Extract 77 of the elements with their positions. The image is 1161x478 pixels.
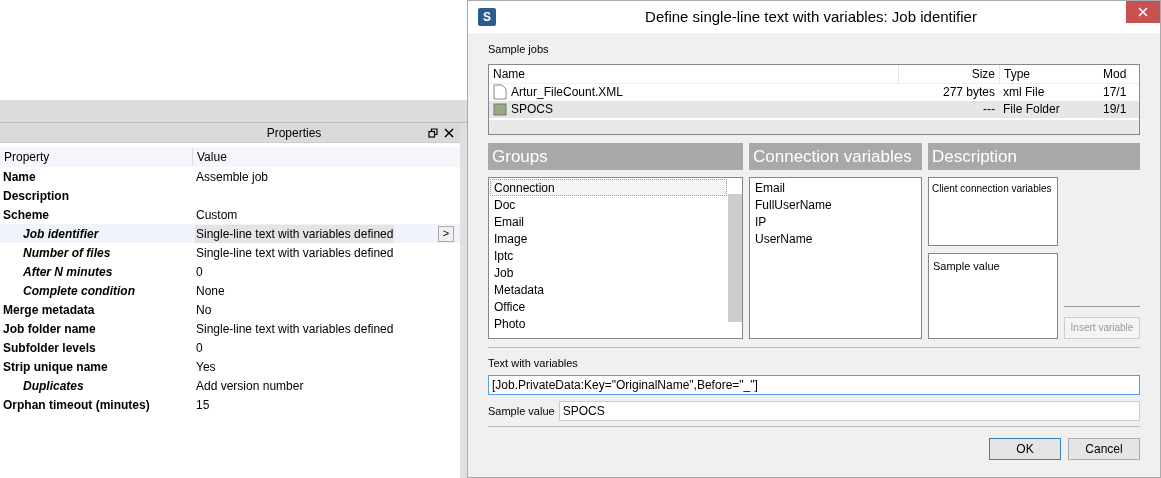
list-item[interactable]: Photo: [490, 314, 727, 332]
property-name: After N minutes: [23, 264, 113, 279]
vertical-scrollbar[interactable]: [728, 193, 742, 322]
folder-icon: [493, 102, 507, 116]
property-value: Add version number: [195, 377, 305, 395]
file-size: 277 bytes: [941, 84, 996, 101]
property-name: Merge metadata: [3, 302, 95, 317]
list-item[interactable]: Metadata: [490, 280, 727, 298]
property-value: 0: [195, 339, 204, 357]
property-name: Subfolder levels: [3, 340, 96, 355]
property-value: Assemble job: [195, 168, 270, 186]
property-name: Job folder name: [3, 321, 96, 336]
list-item[interactable]: Email: [490, 212, 727, 230]
property-value: Single-line text with variables defined: [195, 320, 395, 338]
close-icon: [1138, 7, 1148, 17]
list-item[interactable]: Email: [751, 178, 920, 196]
property-value: 0: [195, 263, 204, 281]
property-name: Orphan timeout (minutes): [3, 397, 150, 412]
field-label: Sample value: [488, 403, 555, 419]
sample-value-field[interactable]: SPOCS: [558, 401, 1140, 421]
property-name: Duplicates: [23, 378, 84, 393]
description-box: Client connection variables: [928, 176, 1058, 246]
property-value: Single-line text with variables defined: [195, 244, 395, 262]
list-item[interactable]: Iptc: [490, 246, 727, 264]
section-header: Description: [928, 142, 1140, 170]
restore-icon[interactable]: [428, 127, 438, 138]
property-value: None: [195, 282, 226, 300]
file-icon: [493, 84, 507, 100]
list-item[interactable]: Office: [490, 297, 727, 315]
property-name: Strip unique name: [3, 359, 108, 374]
column-header[interactable]: Property: [0, 148, 193, 166]
property-value: Single-line text with variables defined: [195, 224, 395, 243]
property-name: Scheme: [3, 207, 50, 222]
column-header[interactable]: Type: [999, 64, 1099, 83]
property-row[interactable]: Job identifier Single-line text with variables defined >: [0, 224, 460, 243]
section-label: Sample jobs: [488, 42, 550, 57]
list-item[interactable]: FullUserName: [751, 195, 920, 213]
property-value: Custom: [195, 206, 239, 224]
list-item[interactable]: Doc: [490, 195, 727, 213]
list-item[interactable]: IP: [751, 212, 920, 230]
close-button[interactable]: [1126, 1, 1160, 23]
dialog-button[interactable]: OK: [989, 438, 1061, 460]
column-header[interactable]: Value: [193, 148, 227, 166]
property-name: Complete condition: [23, 283, 135, 298]
file-name: Artur_FileCount.XML: [511, 84, 625, 101]
app-icon: S: [478, 8, 496, 26]
property-name: Number of files: [23, 245, 111, 260]
section-header: Connection variables: [749, 142, 922, 170]
file-modified: 17/1: [1102, 84, 1128, 101]
property-name: Description: [3, 188, 69, 203]
window-title: Define single-line text with variables: Job identifier: [644, 6, 978, 27]
file-name: SPOCS: [511, 101, 554, 118]
sample-value-box: Sample value: [928, 252, 1058, 339]
property-value: Yes: [195, 358, 217, 376]
list-item[interactable]: UserName: [751, 229, 920, 247]
field-label: Text with variables: [488, 355, 579, 371]
text-field[interactable]: [Job.PrivateData:Key="OriginalName",Before="_"]: [488, 375, 1140, 395]
property-name: Name: [3, 169, 36, 184]
column-header[interactable]: Name: [489, 64, 899, 83]
horizontal-scrollbar[interactable]: [489, 119, 1139, 134]
panel-title: Properties: [265, 124, 323, 142]
section-header: Groups: [488, 142, 743, 170]
list-item[interactable]: Job: [490, 263, 727, 281]
close-icon[interactable]: [444, 127, 454, 138]
column-header[interactable]: Size: [899, 64, 999, 83]
property-value: 15: [195, 396, 211, 414]
dialog-button[interactable]: Cancel: [1068, 438, 1140, 460]
list-item[interactable]: Connection: [490, 178, 727, 196]
column-header[interactable]: Mod: [1099, 64, 1129, 83]
property-value: No: [195, 301, 213, 319]
edit-button[interactable]: >: [438, 225, 454, 242]
file-type: xml File: [1002, 84, 1046, 101]
file-type: File Folder: [1002, 101, 1061, 118]
list-item[interactable]: Image: [490, 229, 727, 247]
file-modified: 19/1: [1102, 101, 1128, 118]
file-size: ---: [982, 101, 996, 118]
property-name: Job identifier: [23, 226, 99, 241]
